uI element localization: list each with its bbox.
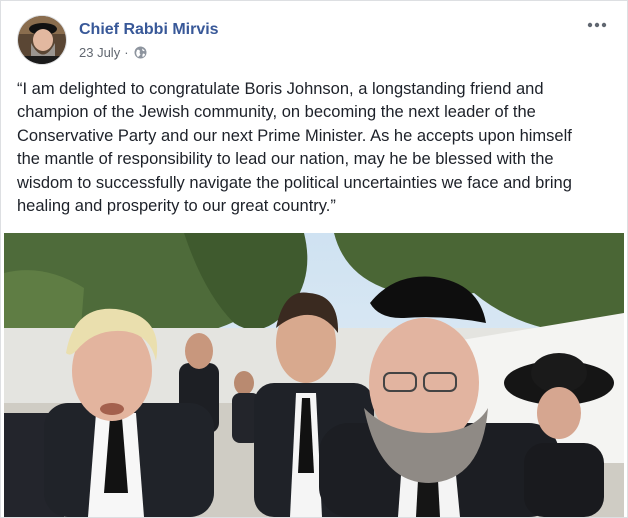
post-line: Conservative Party and our next Prime Mi… [17,126,572,145]
post-line: “I am delighted to congratulate Boris Jo… [17,80,544,98]
author-avatar[interactable] [17,15,67,65]
post-line: champion of the Jewish community, on bec… [17,103,536,122]
post-line: the mantle of responsibility to lead our… [17,150,554,169]
post-card: Chief Rabbi Mirvis 23 July · “I am delig [0,0,628,518]
meta-separator: · [124,45,129,60]
post-date-link[interactable]: 23 July [79,45,120,60]
post-message: “I am delighted to congratulate Boris Jo… [17,78,615,218]
author-name-link[interactable]: Chief Rabbi Mirvis [79,21,219,39]
post-photo[interactable] [4,233,624,517]
globe-icon[interactable] [134,46,147,59]
more-options-icon[interactable] [585,15,609,35]
post-meta: 23 July · [79,45,147,60]
post-line: healing and prosperity to our great coun… [17,197,336,216]
post-line: wisdom to successfully navigate the poli… [17,173,572,192]
post-header: Chief Rabbi Mirvis 23 July · [17,15,611,65]
